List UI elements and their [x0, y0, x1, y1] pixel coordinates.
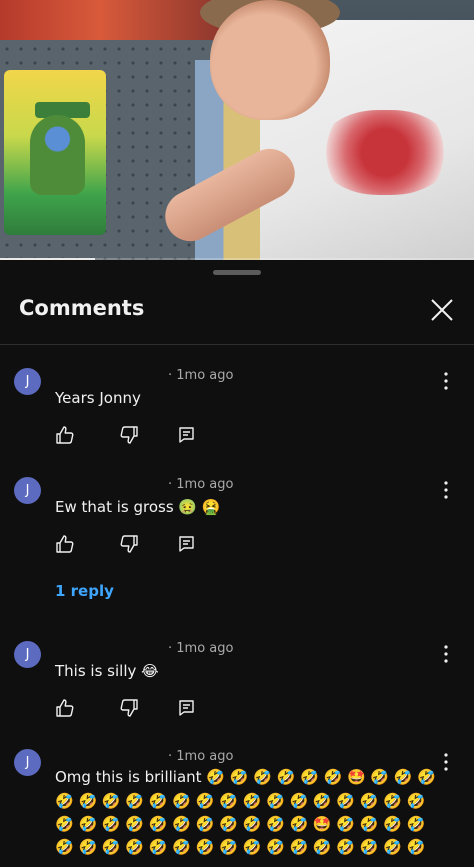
comments-sheet: Comments J · 1mo ago Years Jonny J · 1mo… — [0, 261, 474, 867]
like-button[interactable] — [55, 534, 75, 554]
reply-button[interactable] — [177, 534, 197, 554]
comment-actions — [55, 425, 205, 445]
reply-button[interactable] — [177, 425, 197, 445]
comment-text-line: 🤣 🤣 🤣 🤣 🤣 🤣 🤣 🤣 🤣 🤣 🤣 🤣 🤣 🤣 🤣 🤣 — [55, 792, 426, 810]
more-options-button[interactable] — [438, 751, 454, 773]
dislike-button[interactable] — [119, 534, 139, 554]
video-player[interactable] — [0, 0, 474, 260]
video-progress-fill — [0, 258, 95, 260]
comment-text: This is silly 😂 — [55, 662, 159, 680]
comment-text: Ew that is gross 🤢 🤮 — [55, 498, 221, 516]
video-scene-shirt-print — [320, 110, 450, 195]
more-vertical-icon — [444, 481, 448, 499]
video-scene-toy-figure — [30, 115, 85, 195]
like-button[interactable] — [55, 698, 75, 718]
drag-handle[interactable] — [213, 270, 261, 275]
video-scene-head — [210, 0, 330, 120]
comment-actions — [55, 534, 205, 554]
reply-icon — [179, 536, 194, 552]
thumbs-down-icon — [120, 699, 138, 717]
dislike-button[interactable] — [119, 698, 139, 718]
more-vertical-icon — [444, 372, 448, 390]
header-divider — [0, 344, 474, 345]
more-vertical-icon — [444, 753, 448, 771]
comment-timestamp: · 1mo ago — [168, 641, 234, 656]
page-title: Comments — [19, 296, 145, 320]
like-button[interactable] — [55, 425, 75, 445]
comment-text-continuation: 🤣 🤣 🤣 🤣 🤣 🤣 🤣 🤣 🤣 🤣 🤣 🤣 🤣 🤣 🤣 🤣 🤣 🤣 🤣 🤣 … — [55, 790, 425, 859]
avatar[interactable]: J — [14, 641, 41, 668]
dislike-button[interactable] — [119, 425, 139, 445]
thumbs-down-icon — [120, 426, 138, 444]
reply-button[interactable] — [177, 698, 197, 718]
comment-timestamp: · 1mo ago — [168, 477, 234, 492]
avatar[interactable]: J — [14, 477, 41, 504]
avatar[interactable]: J — [14, 368, 41, 395]
close-button[interactable] — [426, 294, 458, 326]
more-vertical-icon — [444, 645, 448, 663]
comment-timestamp: · 1mo ago — [168, 749, 234, 764]
close-icon — [431, 299, 453, 321]
comment-text: Years Jonny — [55, 389, 141, 407]
reply-icon — [179, 427, 194, 443]
video-progress-bar[interactable] — [0, 258, 474, 260]
comment-text: Omg this is brilliant 🤣 🤣 🤣 🤣 🤣 🤣 🤩 🤣 🤣 … — [55, 768, 436, 786]
more-options-button[interactable] — [438, 479, 454, 501]
reply-icon — [179, 700, 194, 716]
comment-actions — [55, 698, 205, 718]
thumbs-up-icon — [56, 535, 74, 553]
more-options-button[interactable] — [438, 370, 454, 392]
more-options-button[interactable] — [438, 643, 454, 665]
thumbs-up-icon — [56, 426, 74, 444]
comment-text-line: 🤣 🤣 🤣 🤣 🤣 🤣 🤣 🤣 🤣 🤣 🤣 🤩 🤣 🤣 🤣 🤣 — [55, 815, 426, 833]
thumbs-down-icon — [120, 535, 138, 553]
comment-timestamp: · 1mo ago — [168, 368, 234, 383]
avatar[interactable]: J — [14, 749, 41, 776]
view-replies-link[interactable]: 1 reply — [55, 582, 114, 600]
thumbs-up-icon — [56, 699, 74, 717]
comment-text-line: 🤣 🤣 🤣 🤣 🤣 🤣 🤣 🤣 🤣 🤣 🤣 🤣 🤣 🤣 🤣 🤣 — [55, 838, 426, 856]
